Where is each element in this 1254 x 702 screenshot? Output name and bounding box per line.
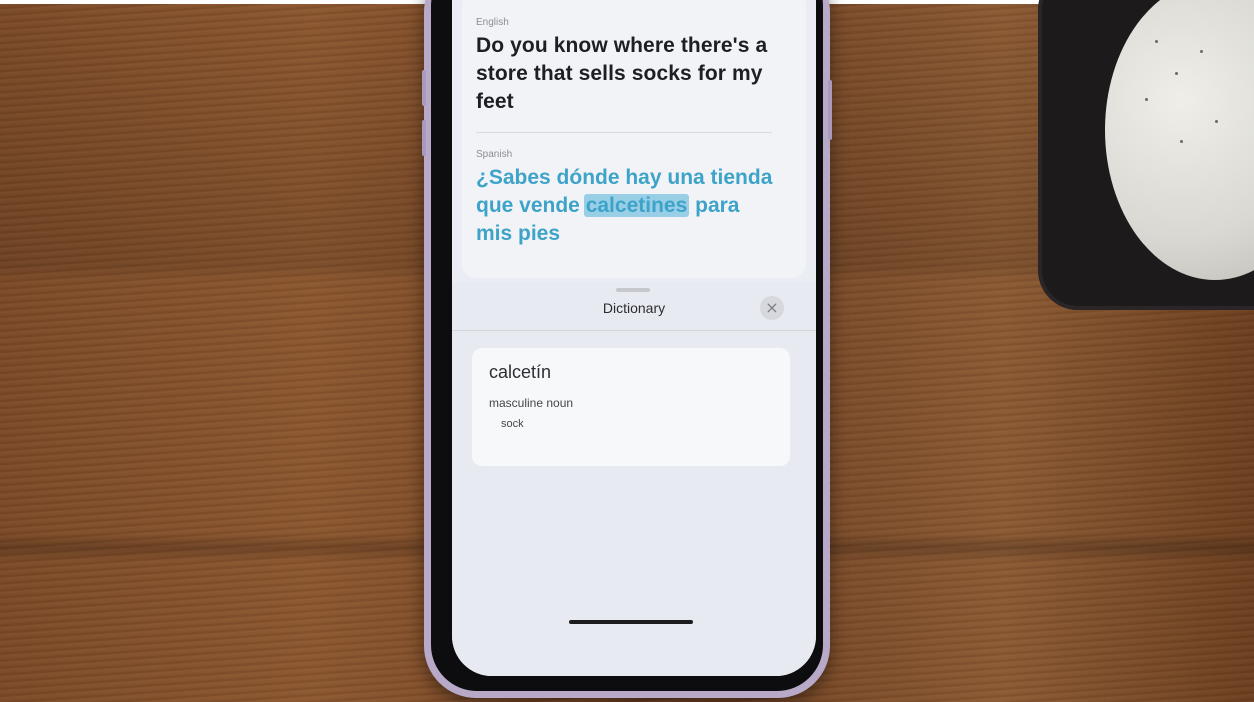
translation-divider: [476, 132, 772, 133]
dictionary-entry-card: calcetín masculine noun sock: [472, 348, 790, 466]
phone: English Do you know where there's a stor…: [422, 0, 832, 698]
desk-background: English Do you know where there's a stor…: [0, 0, 1254, 702]
phone-bezel: English Do you know where there's a stor…: [431, 0, 823, 691]
mug-speckle: [1200, 50, 1203, 53]
part-of-speech: masculine noun: [489, 396, 574, 410]
sheet-grabber[interactable]: [616, 288, 650, 292]
source-language-label: English: [476, 17, 509, 28]
mug-speckle: [1155, 40, 1158, 43]
dictionary-sheet: Dictionary × calcetín masculine noun soc…: [452, 282, 816, 676]
phone-volume-button: [422, 70, 426, 106]
definition: sock: [501, 418, 524, 430]
target-language-label: Spanish: [476, 149, 513, 160]
phone-side-button: [828, 80, 832, 140]
sheet-separator: [452, 330, 816, 331]
source-text[interactable]: Do you know where there's a store that s…: [476, 32, 776, 116]
target-text[interactable]: ¿Sabes dónde hay una tienda que vende ca…: [476, 164, 776, 248]
selected-word[interactable]: calcetines: [583, 194, 690, 217]
phone-volume-button: [422, 120, 426, 156]
mug-speckle: [1180, 140, 1183, 143]
dictionary-headword: calcetín: [489, 362, 552, 382]
phone-screen: English Do you know where there's a stor…: [452, 0, 816, 676]
close-icon[interactable]: ×: [760, 296, 784, 320]
home-indicator[interactable]: [569, 620, 693, 624]
mug-speckle: [1145, 98, 1148, 101]
mug-speckle: [1215, 120, 1218, 123]
mug-speckle: [1175, 72, 1178, 75]
